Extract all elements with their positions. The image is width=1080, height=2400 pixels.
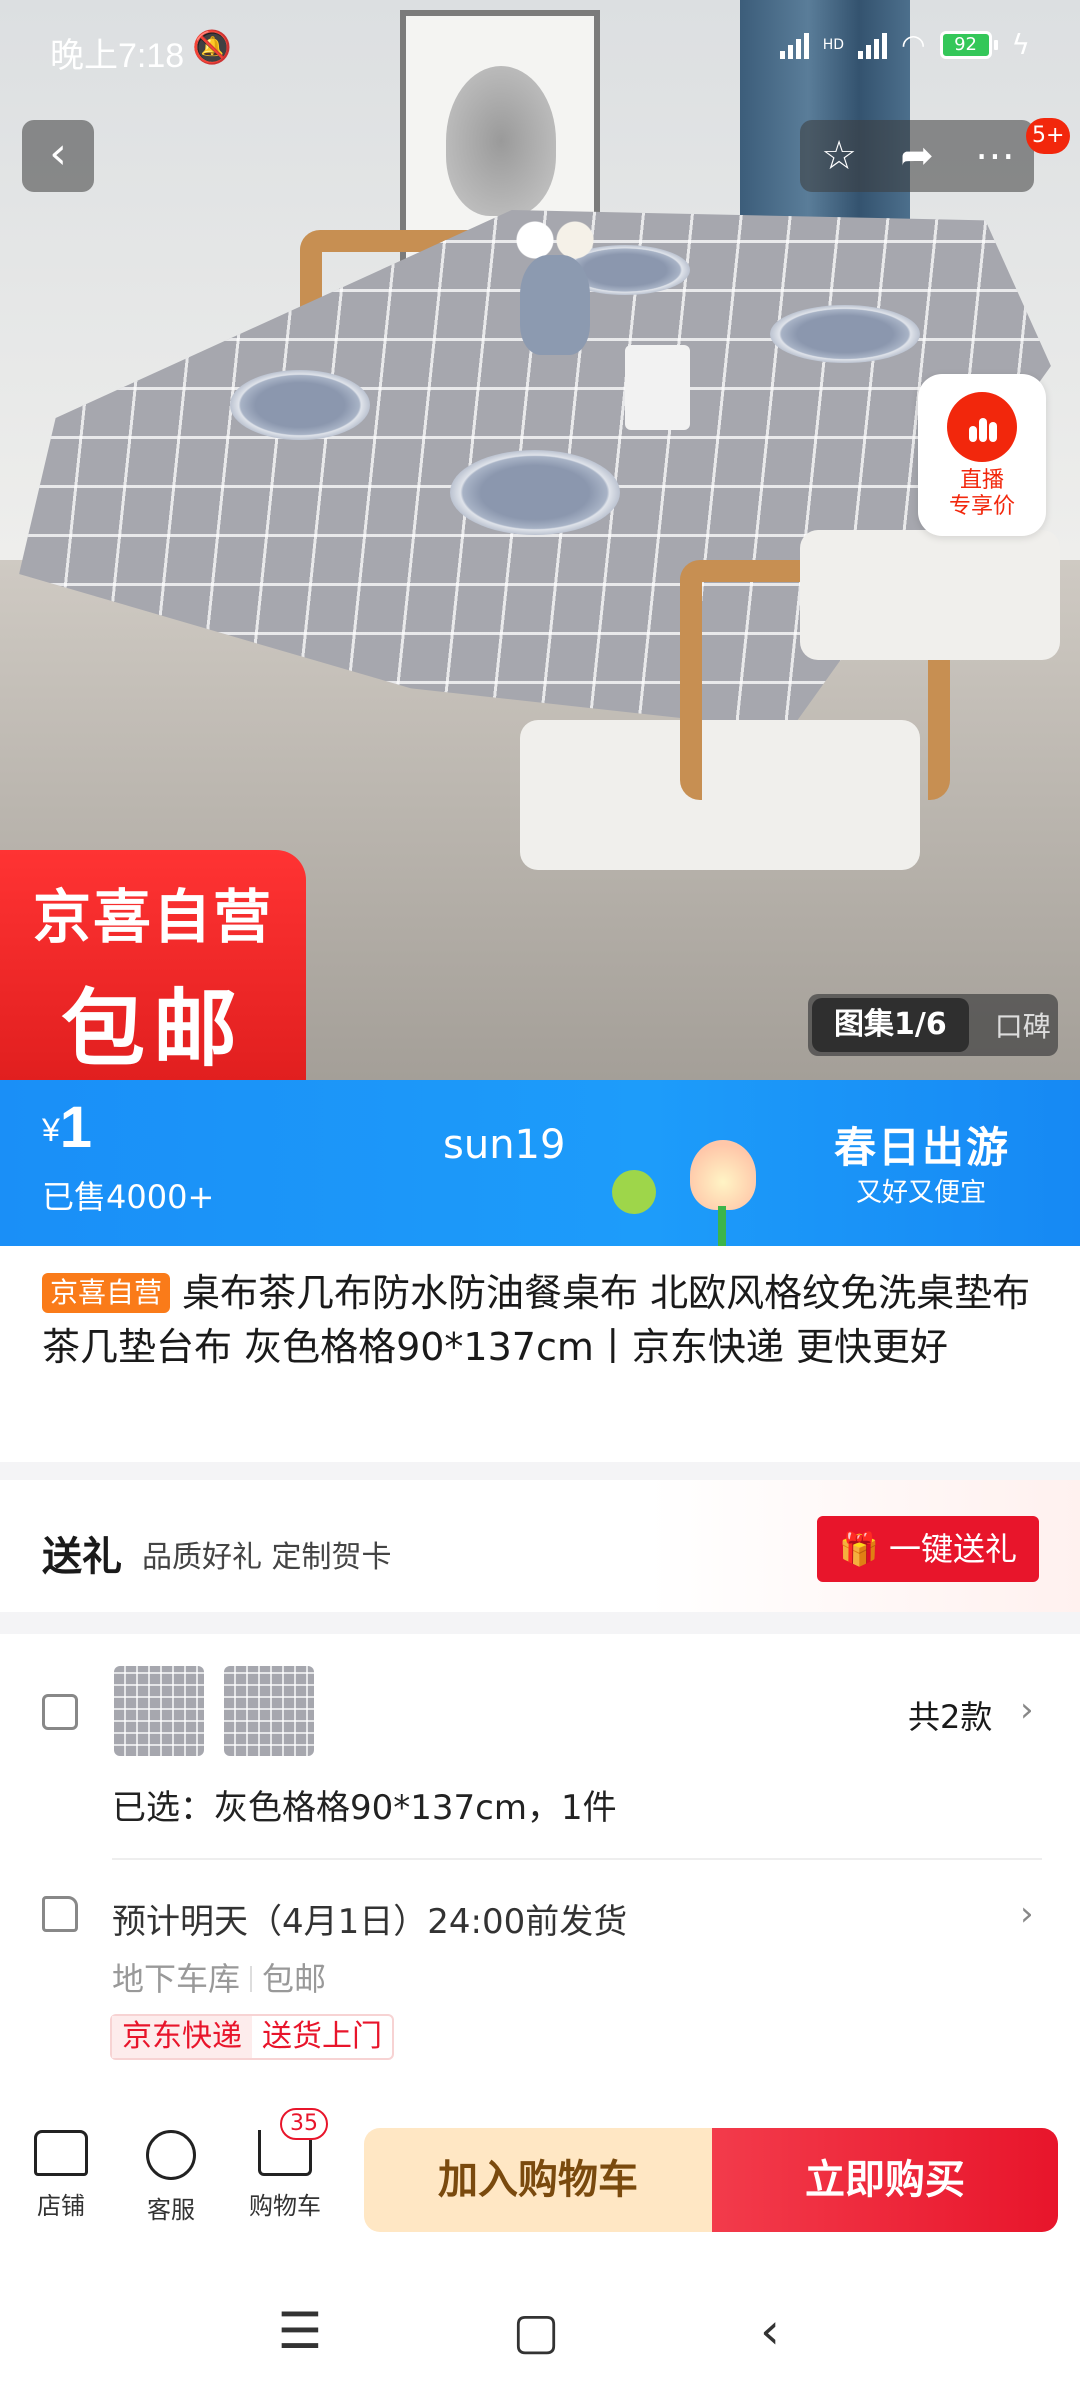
product-title: 桌布茶几布防水防油餐桌布 北欧风格纹免洗桌垫布茶几垫台布 灰色格格90*137c… (42, 1271, 1031, 1369)
battery-icon: 92 (939, 30, 998, 59)
price-bar: ¥1 已售4000+ sun19 春日出游 又好又便宜 (0, 1080, 1080, 1246)
price: ¥1 (42, 1094, 92, 1161)
spec-count: 共2款 (908, 1698, 993, 1736)
status-indicators: HD ◠ 92 ϟ (779, 28, 1030, 61)
jd-express-tag: 京东快递 (112, 2016, 252, 2058)
tulip-stem (718, 1206, 726, 1246)
tab-gallery[interactable]: 图集1/6 (812, 998, 969, 1052)
star-icon[interactable]: ☆ (804, 133, 874, 179)
event-title: 春日出游 (834, 1123, 1011, 1172)
chevron-right-icon: › (1020, 1894, 1034, 1934)
photo-cup (625, 345, 690, 430)
gift-title: 送礼 (42, 1534, 122, 1580)
section-gap (0, 1462, 1080, 1480)
chevron-right-icon: › (1020, 1690, 1034, 1730)
photo-plate (230, 370, 370, 440)
sold-count: 已售4000+ (42, 1178, 215, 1216)
spec-thumbnail[interactable] (224, 1666, 314, 1756)
bell-off-icon: 🔕 (192, 28, 232, 66)
promo-line-1: 京喜自营 (32, 883, 273, 951)
share-icon[interactable]: ➦ (882, 133, 952, 179)
home-delivery-tag: 送货上门 (262, 2019, 382, 2054)
promo-badge: 京喜自营 包邮 (0, 850, 306, 1080)
home-icon[interactable]: ▢ (496, 2302, 576, 2360)
send-gift-button[interactable]: 🎁 一键送礼 (817, 1516, 1039, 1582)
tulip-icon (690, 1140, 756, 1210)
section-gap (0, 1612, 1080, 1634)
divider (112, 1858, 1042, 1860)
menu-icon[interactable]: ☰ (260, 2302, 340, 2360)
charging-icon: ϟ (1011, 28, 1030, 61)
status-time: 晚上7:18 (50, 37, 185, 75)
signal-icon (779, 31, 809, 59)
hd-label: HD (822, 36, 845, 53)
product-title-block: 京喜自营 桌布茶几布防水防油餐桌布 北欧风格纹免洗桌垫布茶几垫台布 灰色格格90*… (42, 1266, 1042, 1374)
cart-label: 购物车 (249, 2192, 321, 2220)
live-icon (947, 392, 1017, 462)
photo-vase (520, 255, 590, 355)
service-label: 客服 (147, 2196, 195, 2224)
gift-row[interactable]: 送礼 品质好礼 定制贺卡 🎁 一键送礼 (0, 1480, 1080, 1612)
gift-subtitle: 品质好礼 定制贺卡 (142, 1540, 392, 1575)
store-button[interactable]: 店铺 (16, 2130, 106, 2221)
back-button[interactable]: ‹ (22, 120, 94, 192)
live-label-2: 专享价 (948, 494, 1015, 519)
tab-reviews[interactable]: 口碑 (995, 1005, 1051, 1045)
store-icon (34, 2130, 88, 2176)
chevron-left-icon: ‹ (49, 128, 67, 179)
cart-button[interactable]: 购物车 (240, 2130, 330, 2221)
price-value: 1 (59, 1095, 93, 1160)
spec-selected: 已选：灰色格格90*137cm，1件 (112, 1788, 617, 1828)
signal-icon (858, 31, 888, 59)
bottom-action-bar: 店铺 客服 购物车 35 加入购物车 立即购买 (0, 2090, 1080, 2260)
battery-level: 92 (939, 30, 992, 59)
photo-plate (770, 305, 920, 363)
shipping-origin: 地下车库 包邮 (112, 1954, 326, 2000)
cart-count-badge: 35 (280, 2108, 328, 2140)
wifi-icon: ◠ (901, 28, 926, 61)
coupon-code: sun19 (443, 1122, 566, 1168)
price-currency: ¥ (42, 1112, 60, 1148)
system-nav-bar: ☰ ▢ ‹ (0, 2260, 1080, 2400)
gift-icon: 🎁 (838, 1530, 889, 1568)
checklist-icon (42, 1694, 78, 1730)
more-icon[interactable]: ⋯ (960, 133, 1030, 179)
shipping-eta: 预计明天（4月1日）24:00前发货 (112, 1902, 628, 1942)
live-price-button[interactable]: 直播 专享价 (918, 374, 1046, 536)
chat-icon (146, 2130, 196, 2180)
spec-thumbnail[interactable] (114, 1666, 204, 1756)
gallery-tabs: 图集1/6 口碑 (808, 994, 1058, 1056)
header-actions: ☆ ➦ ⋯ (800, 120, 1034, 192)
message-badge: 5+ (1026, 118, 1071, 154)
buy-now-button[interactable]: 立即购买 (712, 2128, 1058, 2232)
store-label: 店铺 (37, 2192, 85, 2220)
send-gift-label: 一键送礼 (889, 1530, 1018, 1568)
clover-icon (612, 1170, 656, 1214)
event-subtitle: 又好又便宜 (856, 1178, 987, 1208)
add-to-cart-button[interactable]: 加入购物车 (364, 2128, 712, 2232)
shipping-from: 地下车库 (112, 1960, 241, 1998)
photo-plate (450, 450, 620, 535)
live-label-1: 直播 (959, 468, 1004, 493)
promo-line-2: 包邮 (60, 980, 245, 1078)
photo-chair-seat (800, 530, 1060, 660)
truck-icon (42, 1896, 78, 1932)
self-operated-tag: 京喜自营 (42, 1273, 171, 1313)
status-bar: 晚上7:18 🔕 HD ◠ 92 ϟ (0, 0, 1080, 100)
back-icon[interactable]: ‹ (730, 2302, 810, 2360)
shipping-free: 包邮 (262, 1960, 327, 1998)
customer-service-button[interactable]: 客服 (126, 2130, 216, 2225)
shipping-tags: 京东快递 送货上门 (110, 2014, 394, 2060)
